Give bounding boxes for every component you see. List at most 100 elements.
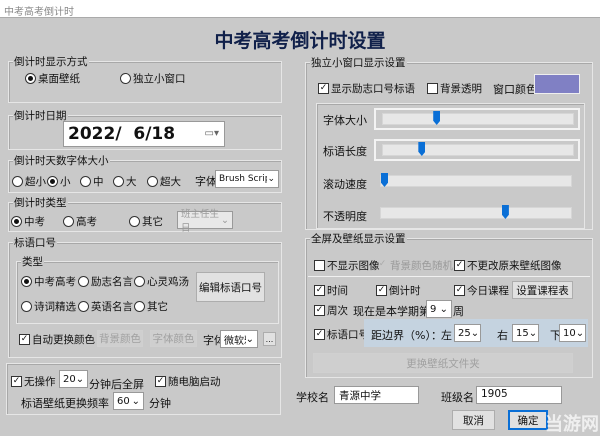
radio-gaokao[interactable]: 高考: [63, 214, 97, 229]
slogan-checkbox[interactable]: ✓标语口号: [314, 327, 369, 342]
bottom-margin-select[interactable]: 10⌄: [559, 324, 586, 342]
bg-color-button[interactable]: 背景颜色: [97, 330, 143, 347]
slider-track[interactable]: [382, 113, 574, 125]
window-color-label: 窗口颜色: [493, 81, 537, 97]
page-title: 中考高考倒计时设置: [0, 26, 600, 53]
idle-suffix: 分钟后全屏: [89, 376, 144, 392]
date-value: 2022/ 6/18: [68, 124, 175, 144]
radio-slogan-motto[interactable]: 励志名言: [78, 274, 133, 289]
slider-label: 字体大小: [323, 112, 367, 128]
radio-zhongkao[interactable]: 中考: [11, 214, 45, 229]
set-course-button[interactable]: 设置课程表: [512, 281, 573, 299]
no-image-checkbox[interactable]: 不显示图像: [314, 258, 380, 273]
slider[interactable]: [374, 204, 580, 226]
group-label: 标语口号: [13, 235, 57, 250]
slider-thumb[interactable]: [433, 111, 440, 125]
window-color-swatch[interactable]: [534, 74, 580, 94]
countdown-checkbox[interactable]: ✓倒计时: [376, 283, 421, 298]
title-bar: 中考高考倒计时: [0, 0, 600, 18]
slider-label: 不透明度: [323, 208, 367, 224]
slider-label: 滚动速度: [323, 176, 367, 192]
radio-other[interactable]: 其它: [129, 214, 163, 229]
right-label: 右: [497, 327, 508, 343]
radio-size-xl[interactable]: 超大: [147, 174, 181, 189]
radio-size-m[interactable]: 中: [80, 174, 104, 189]
week-select[interactable]: 9⌄: [426, 300, 452, 318]
slider-track[interactable]: [380, 175, 572, 187]
font-label: 字体: [195, 173, 217, 189]
slider[interactable]: [374, 108, 580, 130]
slider-thumb[interactable]: [381, 173, 388, 187]
more-font-button[interactable]: ...: [263, 332, 276, 346]
slider-panel: 字体大小标语长度滚动速度不透明度: [316, 103, 585, 229]
font-select[interactable]: Brush Script M⌄: [215, 170, 279, 188]
radio-small-window[interactable]: 独立小窗口: [120, 71, 186, 86]
time-checkbox[interactable]: ✓时间: [314, 283, 348, 298]
slider[interactable]: [374, 172, 580, 194]
group-label: 倒计时类型: [13, 195, 68, 210]
group-label: 倒计时天数字体大小: [13, 153, 110, 168]
right-margin-select[interactable]: 15⌄: [512, 324, 539, 342]
class-label: 班级名: [441, 389, 474, 405]
school-input[interactable]: 青源中学: [334, 386, 419, 404]
autostart-checkbox[interactable]: ✓随电脑启动: [155, 374, 221, 389]
slogan-group: 标语口号 类型 中考高考 励志名言 心灵鸡汤 诗词精选 英语名言 其它 编辑标语…: [8, 242, 282, 358]
small-window-group: 独立小窗口显示设置 ✓显示励志口号标语 背景透明 窗口颜色 字体大小标语长度滚动…: [305, 62, 593, 230]
today-course-checkbox[interactable]: ✓今日课程: [454, 283, 509, 298]
radio-slogan-exam[interactable]: 中考高考: [21, 274, 76, 289]
misc-group: ✓无操作 20⌄ 分钟后全屏 ✓随电脑启动 标语壁纸更换频率 60⌄ 分钟: [6, 363, 281, 415]
school-label: 学校名: [296, 389, 329, 405]
auto-color-checkbox[interactable]: ✓自动更换颜色: [19, 332, 95, 347]
left-label: 左: [441, 327, 452, 343]
slider[interactable]: [374, 139, 580, 161]
week-text: 现在是本学期第: [353, 303, 430, 319]
custom-event-select[interactable]: 班主任生日⌄: [177, 211, 233, 229]
slider-track[interactable]: [382, 144, 574, 156]
transparent-checkbox[interactable]: 背景透明: [427, 81, 482, 96]
radio-slogan-poem[interactable]: 诗词精选: [21, 299, 76, 314]
ok-button[interactable]: 确定: [508, 410, 548, 430]
slogan-font-select[interactable]: 微软雅⌄: [220, 330, 258, 348]
date-picker[interactable]: 2022/ 6/18 ▭▾: [63, 121, 225, 147]
group-label: 类型: [21, 254, 44, 269]
radio-desktop-wallpaper[interactable]: 桌面壁纸: [25, 71, 80, 86]
window-title: 中考高考倒计时: [4, 3, 74, 18]
calendar-dropdown-icon[interactable]: ▭▾: [205, 128, 219, 139]
show-slogan-checkbox[interactable]: ✓显示励志口号标语: [318, 81, 415, 96]
watermark: 当游网: [545, 410, 599, 436]
date-group: 倒计时日期 2022/ 6/18 ▭▾: [8, 115, 282, 150]
slider-track[interactable]: [380, 207, 572, 219]
divider: [308, 276, 590, 277]
group-label: 全屏及壁纸显示设置: [310, 231, 407, 246]
radio-size-l[interactable]: 大: [113, 174, 137, 189]
week-suffix: 周: [453, 303, 464, 319]
radio-size-s[interactable]: 小: [47, 174, 71, 189]
idle-minutes-select[interactable]: 20⌄: [59, 370, 88, 388]
fullscreen-group: 全屏及壁纸显示设置 不显示图像 ✓背景颜色随机 ✓不更改原来壁纸图像 ✓时间 ✓…: [305, 238, 593, 378]
keep-wallpaper-checkbox[interactable]: ✓不更改原来壁纸图像: [454, 258, 562, 273]
font-size-group: 倒计时天数字体大小 超小 小 中 大 超大 字体 Brush Script M⌄: [8, 160, 282, 193]
random-bg-checkbox[interactable]: ✓背景颜色随机: [377, 258, 453, 273]
slider-thumb[interactable]: [502, 205, 509, 219]
radio-slogan-english[interactable]: 英语名言: [78, 299, 133, 314]
idle-checkbox[interactable]: ✓无操作: [11, 374, 56, 389]
slider-label: 标语长度: [323, 143, 367, 159]
group-label: 独立小窗口显示设置: [310, 55, 407, 70]
margin-panel: 距边界（%）： 左 25⌄ 右 15⌄ 下 10⌄: [364, 319, 588, 347]
font-color-button[interactable]: 字体颜色: [150, 330, 197, 347]
cancel-button[interactable]: 取消: [452, 410, 495, 430]
week-checkbox[interactable]: ✓周次: [314, 303, 348, 318]
edit-slogan-button[interactable]: 编辑标语口号: [196, 272, 265, 302]
class-input[interactable]: 1905: [476, 386, 562, 404]
display-mode-group: 倒计时显示方式 桌面壁纸 独立小窗口: [8, 61, 282, 103]
freq-label: 标语壁纸更换频率: [21, 395, 109, 411]
radio-size-xs[interactable]: 超小: [12, 174, 46, 189]
radio-slogan-soup[interactable]: 心灵鸡汤: [134, 274, 189, 289]
slogan-type-group: 类型 中考高考 励志名言 心灵鸡汤 诗词精选 英语名言 其它 编辑标语口号: [16, 261, 279, 324]
margin-label: 距边界（%）：: [371, 327, 442, 343]
freq-select[interactable]: 60⌄: [113, 392, 144, 410]
radio-slogan-other[interactable]: 其它: [134, 299, 168, 314]
slider-thumb[interactable]: [418, 142, 425, 156]
left-margin-select[interactable]: 25⌄: [454, 324, 481, 342]
change-folder-button[interactable]: 更换壁纸文件夹: [313, 353, 573, 373]
